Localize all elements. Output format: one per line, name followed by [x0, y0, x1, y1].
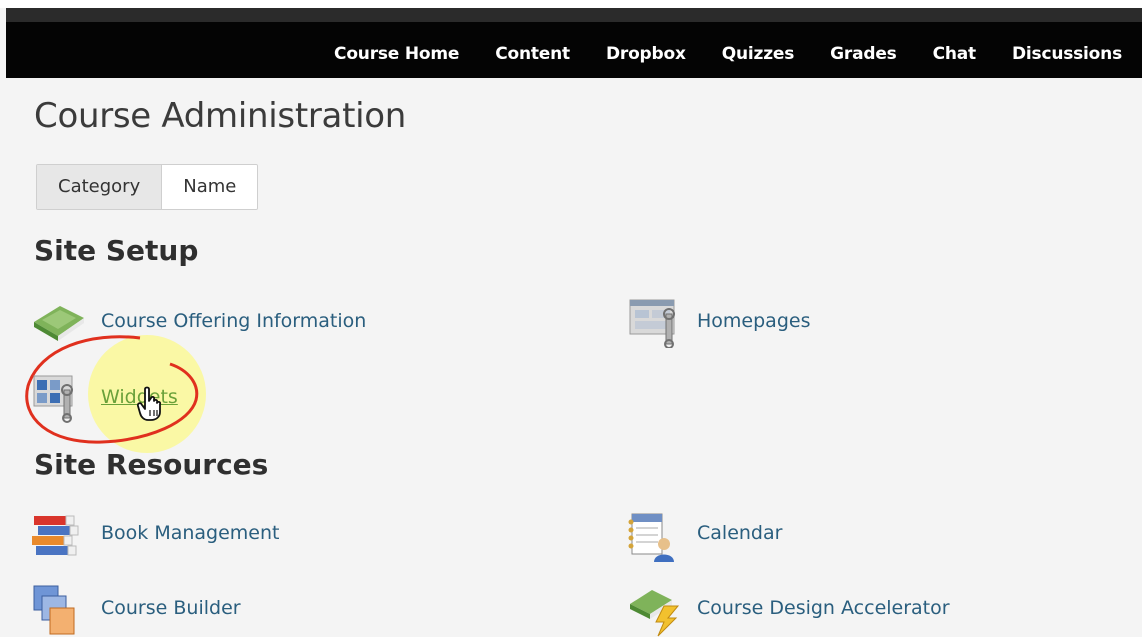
nav-course-home[interactable]: Course Home — [334, 44, 459, 64]
nav-grades[interactable]: Grades — [830, 44, 897, 64]
course-navbar: Course Home Content Dropbox Quizzes Grad… — [6, 8, 1142, 78]
toggle-category[interactable]: Category — [37, 165, 163, 209]
design-accelerator-icon — [626, 584, 682, 637]
homepages-link[interactable]: Homepages — [697, 310, 810, 332]
books-stack-icon — [30, 512, 82, 558]
course-offering-information-link[interactable]: Course Offering Information — [101, 310, 366, 332]
site-setup-heading: Site Setup — [34, 234, 199, 267]
nav-discussions[interactable]: Discussions — [1012, 44, 1122, 64]
toggle-name[interactable]: Name — [162, 165, 258, 209]
nav-dropbox[interactable]: Dropbox — [606, 44, 686, 64]
book-management-link[interactable]: Book Management — [101, 522, 280, 544]
nav-quizzes[interactable]: Quizzes — [722, 44, 795, 64]
navbar-top-band — [6, 8, 1142, 22]
calendar-link[interactable]: Calendar — [697, 522, 782, 544]
top-strip — [0, 0, 1142, 8]
page-title: Course Administration — [34, 96, 407, 136]
hand-cursor-icon — [136, 386, 168, 426]
view-toggle: Category Name — [36, 164, 259, 210]
calendar-icon — [626, 508, 678, 564]
course-design-accelerator-link[interactable]: Course Design Accelerator — [697, 597, 950, 619]
course-builder-icon — [32, 584, 80, 637]
site-resources-heading: Site Resources — [34, 448, 269, 481]
nav-items: Course Home Content Dropbox Quizzes Grad… — [298, 44, 1122, 64]
homepage-tool-icon — [628, 296, 682, 348]
widgets-tool-icon — [32, 372, 82, 424]
course-builder-link[interactable]: Course Builder — [101, 597, 241, 619]
nav-chat[interactable]: Chat — [933, 44, 977, 64]
nav-content[interactable]: Content — [495, 44, 570, 64]
